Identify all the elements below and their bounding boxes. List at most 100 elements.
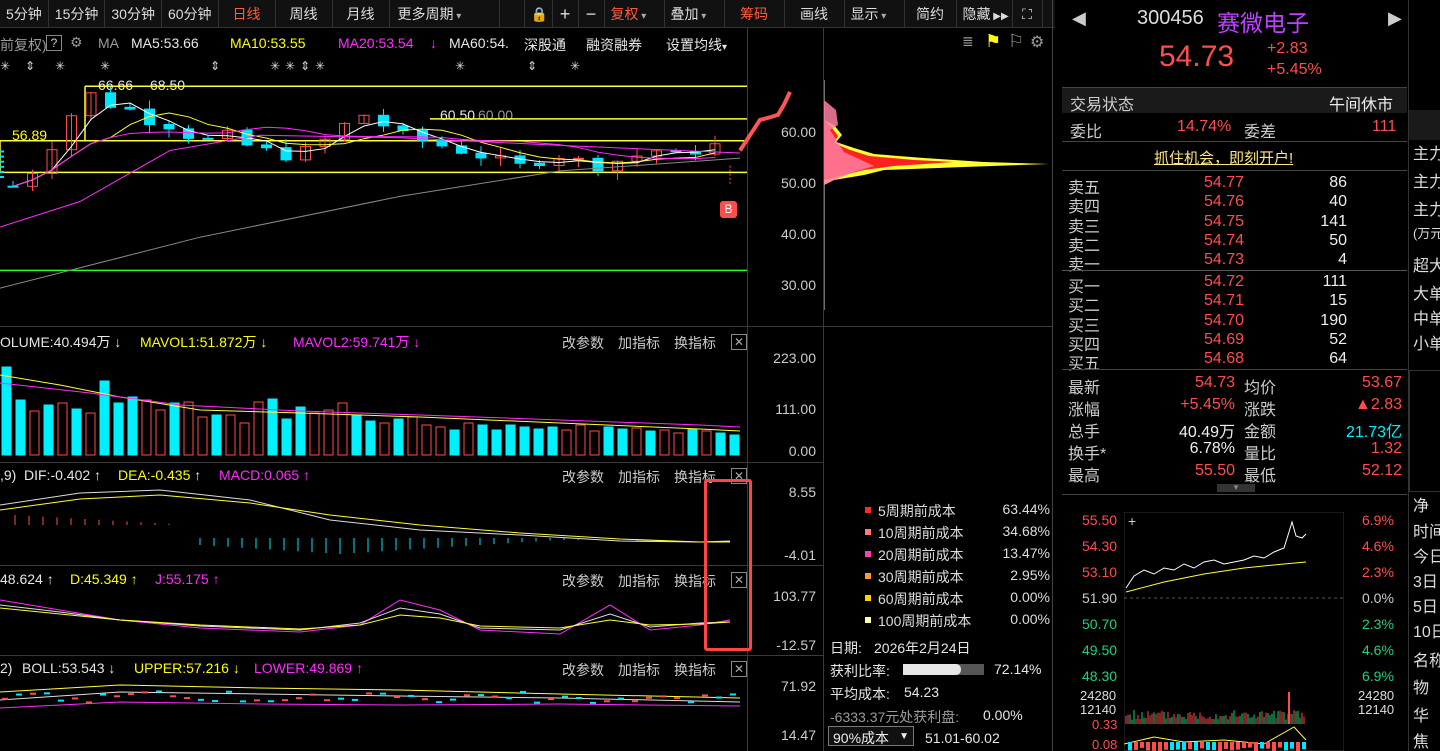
period-15min[interactable]: 15分钟 [49, 0, 106, 28]
dea-label: DEA:-0.435 ↑ [118, 467, 202, 483]
boll-switch-indicator-button[interactable]: 换指标 [674, 660, 716, 680]
divider [1062, 369, 1407, 370]
ma-settings-dropdown[interactable]: 设置均线▾ [666, 35, 727, 55]
chips-button[interactable]: 筹码 [725, 0, 785, 28]
flag-outline-icon[interactable]: ⚐ [1008, 31, 1024, 52]
volume-bar [701, 430, 712, 456]
orderbook-row[interactable]: 买五 54.68 64 [1062, 349, 1407, 373]
boll-candle [506, 696, 512, 699]
fuquan-dropdown[interactable]: 复权 [605, 0, 665, 28]
weicha-label: 委差 [1244, 124, 1277, 141]
open-account-banner[interactable]: 抓住机会，即刻开户! [1154, 147, 1293, 168]
cost-percent-select[interactable]: 90%成本 ▼ [828, 726, 914, 746]
boll-candle [450, 698, 456, 701]
simple-button[interactable]: 简约 [905, 0, 957, 28]
boll-candle [310, 693, 316, 696]
next-stock-icon[interactable]: ▶ [1388, 8, 1402, 29]
mini-macd-bar [1206, 742, 1210, 750]
mini-price-label: 55.50 [1082, 512, 1118, 528]
orderbook-price: 54.72 [1204, 273, 1245, 290]
margin-link[interactable]: 融资融券 [586, 35, 642, 55]
volume-bar [645, 430, 656, 456]
candle-body [202, 137, 214, 140]
period-monthly[interactable]: 月线 [333, 0, 390, 28]
price-change: +2.83 [1267, 40, 1308, 57]
vol-close-icon[interactable]: ✕ [731, 334, 747, 350]
mini-macd-bar [1194, 742, 1198, 751]
candle-body [163, 123, 175, 130]
boll-candle [716, 696, 722, 699]
divider-macd [0, 462, 823, 463]
fullscreen-icon[interactable]: ⛶ [1013, 0, 1043, 28]
boll-candle [240, 700, 246, 703]
display-dropdown[interactable]: 显示 [845, 0, 905, 28]
hide-button[interactable]: 隐藏 ▶▶ [957, 0, 1013, 28]
stat-row: 总手 40.49万 金额 21.73亿 [1062, 417, 1407, 441]
more-periods-dropdown[interactable]: 更多周期 [390, 0, 500, 28]
mini-pct-label: 4.6% [1362, 538, 1394, 554]
price-chart[interactable]: ✳ ⇕ ✳ ✳ ⇕ ✳ ✳ ⇕ ✳ ✳ ⇕ ✳ [0, 56, 823, 326]
draw-line-button[interactable]: 画线 [785, 0, 845, 28]
macd-add-indicator-button[interactable]: 加指标 [618, 467, 660, 487]
stat-value: 55.50 [1194, 462, 1235, 479]
kdj-d-label: D:45.349 ↑ [70, 571, 138, 587]
stat-value: +5.45% [1180, 396, 1235, 413]
boll-candle [688, 701, 694, 704]
mini-pct-label: 6.9% [1362, 668, 1394, 684]
period-60min[interactable]: 60分钟 [162, 0, 219, 28]
help-icon[interactable]: ? [46, 35, 62, 51]
volume-bar [351, 414, 362, 456]
event-marker: ✳ [285, 59, 295, 73]
vol-add-indicator-button[interactable]: 加指标 [618, 333, 660, 353]
vol-edit-params-button[interactable]: 改参数 [562, 333, 604, 353]
mini-macd-bar [1302, 742, 1306, 750]
candle-body [124, 106, 136, 110]
lock-icon[interactable]: 🔒 [525, 0, 553, 28]
stock-code: 300456 [1137, 7, 1204, 29]
volume-bar [71, 408, 82, 456]
zoom-in-icon[interactable]: + [553, 0, 579, 28]
cost-range: 51.01-60.02 [925, 730, 1000, 746]
list-icon[interactable]: ≣ [962, 33, 974, 50]
period-30min[interactable]: 30分钟 [105, 0, 162, 28]
volume-bar [253, 401, 264, 456]
event-marker: ✳ [270, 59, 280, 73]
kdj-edit-params-button[interactable]: 改参数 [562, 571, 604, 591]
mini-vol-label: 12140 [1358, 702, 1395, 717]
expand-toggle-icon[interactable]: ▼ [1217, 484, 1255, 492]
vol-switch-indicator-button[interactable]: 换指标 [674, 333, 716, 353]
settings-gear-icon[interactable]: ⚙ [1030, 32, 1044, 52]
boll-add-indicator-button[interactable]: 加指标 [618, 660, 660, 680]
period-5min[interactable]: 5分钟 [0, 0, 49, 28]
boll-candle [380, 692, 386, 695]
profit-ratio-label: 获利比率: [830, 663, 890, 679]
profit-note-label: -6333.37元处获利盘: [830, 709, 960, 725]
period-weekly[interactable]: 周线 [276, 0, 333, 28]
fund-flow-item: 主力 [1413, 146, 1440, 163]
cost-row-value: 0.00% [1010, 611, 1050, 627]
fund-flow-item: 5日 [1413, 599, 1438, 616]
fund-flow-tab[interactable] [1409, 110, 1440, 140]
orderbook-price: 54.69 [1204, 330, 1245, 348]
fund-flow-item: 今日 [1413, 549, 1440, 566]
orderbook-row[interactable]: 卖一 54.73 4 [1062, 250, 1407, 274]
sgt-link[interactable]: 深股通 [524, 35, 566, 55]
mini-price-label: 50.70 [1082, 616, 1118, 632]
macd-edit-params-button[interactable]: 改参数 [562, 467, 604, 487]
mini-macd-bar [1182, 742, 1186, 751]
fund-flow-item: 焦 [1413, 734, 1430, 751]
zoom-out-icon[interactable]: − [579, 0, 605, 28]
period-daily[interactable]: 日线 [219, 0, 276, 28]
volume-bar [15, 399, 26, 456]
gear-icon[interactable]: ⚙ [70, 34, 83, 51]
kdj-add-indicator-button[interactable]: 加指标 [618, 571, 660, 591]
divider-kdj [0, 565, 823, 566]
flag-icon[interactable]: ⚑ [985, 31, 1001, 52]
intraday-mini-chart[interactable]: + [1124, 512, 1344, 751]
overlay-dropdown[interactable]: 叠加 [665, 0, 725, 28]
boll-close-icon[interactable]: ✕ [731, 661, 747, 677]
boll-candle [366, 692, 372, 695]
boll-edit-params-button[interactable]: 改参数 [562, 660, 604, 680]
prev-stock-icon[interactable]: ◀ [1072, 8, 1086, 29]
fund-flow-item: 时间 [1413, 524, 1440, 541]
